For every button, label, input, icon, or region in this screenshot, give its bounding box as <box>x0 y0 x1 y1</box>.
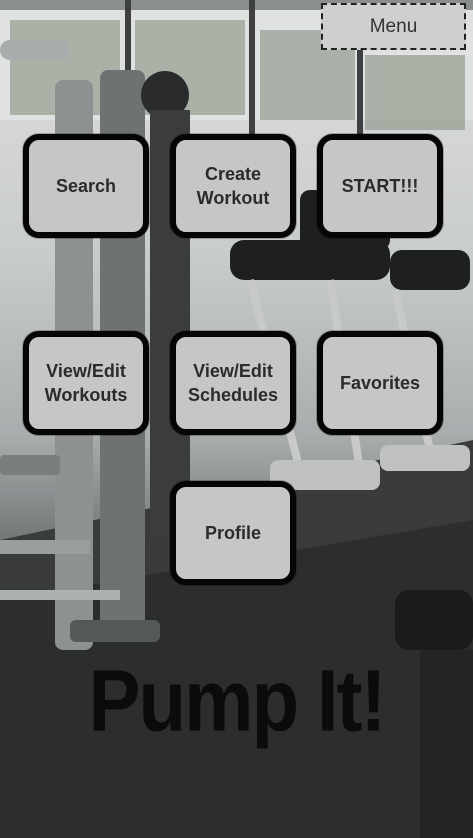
profile-button-label: Profile <box>204 522 261 543</box>
menu-button[interactable]: Menu <box>321 3 466 50</box>
view-edit-workouts-button[interactable]: View/Edit Workouts <box>23 331 149 435</box>
favorites-button-label: Favorites <box>339 372 421 393</box>
search-button-label: Search <box>55 175 117 196</box>
start-button-label: START!!! <box>341 175 419 196</box>
start-button[interactable]: START!!! <box>317 134 443 238</box>
menu-button-label: Menu <box>369 15 418 37</box>
create-workout-button-label: Create Workout <box>196 163 270 208</box>
profile-button[interactable]: Profile <box>170 481 296 585</box>
view-edit-workouts-button-label: View/Edit Workouts <box>44 360 128 405</box>
app-title: Pump It! <box>88 651 387 750</box>
search-button[interactable]: Search <box>23 134 149 238</box>
favorites-button[interactable]: Favorites <box>317 331 443 435</box>
home-screen: Menu Search Create Workout START!!! View… <box>0 0 473 838</box>
create-workout-button[interactable]: Create Workout <box>170 134 296 238</box>
view-edit-schedules-button-label: View/Edit Schedules <box>187 360 279 405</box>
view-edit-schedules-button[interactable]: View/Edit Schedules <box>170 331 296 435</box>
